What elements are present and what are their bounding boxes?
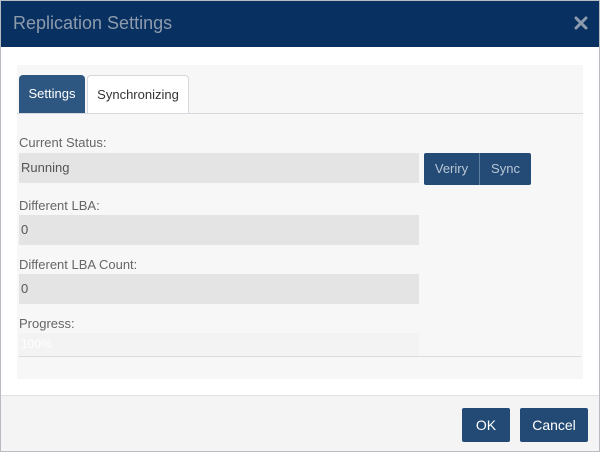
different-lba-label: Different LBA: [19, 198, 100, 213]
current-status-field: Running [19, 153, 419, 183]
different-lba-field: 0 [19, 215, 419, 245]
dialog-titlebar: Replication Settings [1, 1, 599, 47]
progress-bar-fill [19, 333, 419, 357]
panel-divider [19, 356, 581, 357]
tab-settings[interactable]: Settings [19, 75, 85, 113]
different-lba-count-label: Different LBA Count: [19, 257, 138, 272]
different-lba-count-field: 0 [19, 274, 419, 304]
tab-synchronizing[interactable]: Synchronizing [87, 75, 189, 113]
sync-button[interactable]: Sync [480, 153, 531, 185]
status-button-group: Veriry Sync [424, 153, 531, 185]
dialog-footer: OK Cancel [1, 395, 599, 451]
tab-divider [17, 113, 583, 114]
replication-settings-dialog: Replication Settings Settings Synchroniz… [0, 0, 600, 452]
close-button[interactable] [571, 13, 591, 33]
progress-label: Progress: [19, 316, 75, 331]
dialog-title: Replication Settings [13, 13, 173, 33]
progress-value: 100% [21, 337, 52, 351]
close-x-icon [574, 16, 588, 30]
cancel-button[interactable]: Cancel [520, 408, 588, 442]
progress-bar: 100% [19, 333, 419, 357]
ok-button[interactable]: OK [462, 408, 510, 442]
verify-button[interactable]: Veriry [424, 153, 480, 185]
current-status-label: Current Status: [19, 135, 107, 150]
